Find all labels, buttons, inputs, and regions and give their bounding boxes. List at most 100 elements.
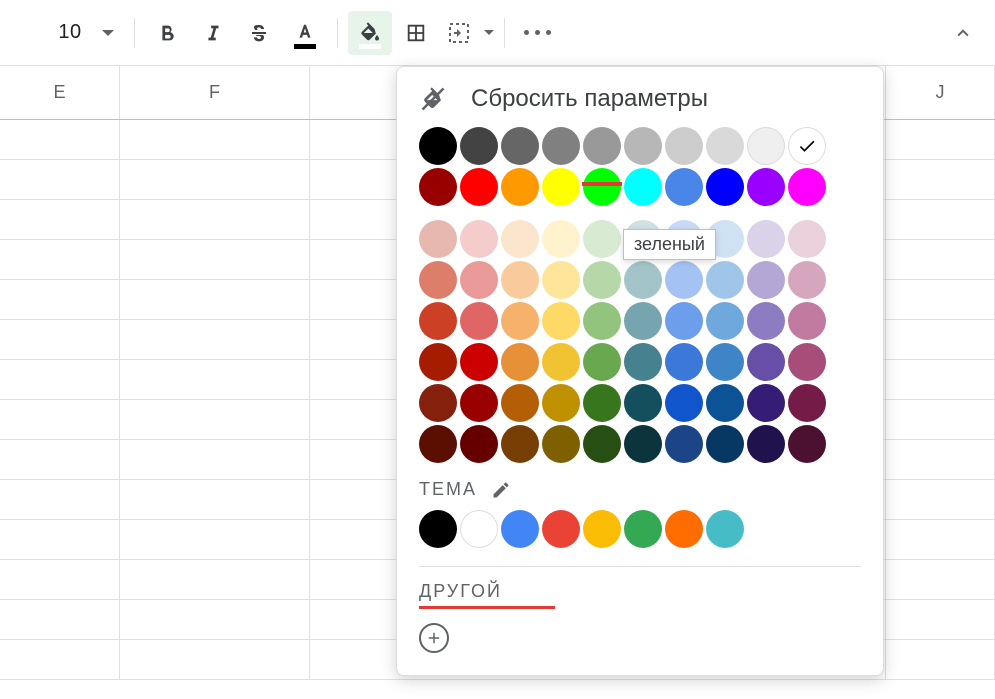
color-swatch[interactable] xyxy=(583,384,621,422)
cell[interactable] xyxy=(0,640,120,680)
bold-button[interactable] xyxy=(145,11,189,55)
color-swatch[interactable] xyxy=(460,168,498,206)
color-swatch[interactable] xyxy=(665,127,703,165)
cell[interactable] xyxy=(886,280,995,320)
color-swatch[interactable] xyxy=(542,343,580,381)
color-swatch[interactable] xyxy=(624,510,662,548)
color-swatch[interactable] xyxy=(501,343,539,381)
cell[interactable] xyxy=(120,400,310,440)
color-swatch[interactable] xyxy=(419,510,457,548)
color-swatch[interactable] xyxy=(624,127,662,165)
color-swatch[interactable] xyxy=(624,302,662,340)
color-swatch[interactable] xyxy=(501,425,539,463)
color-swatch[interactable] xyxy=(583,168,621,206)
cell[interactable] xyxy=(886,600,995,640)
color-swatch[interactable] xyxy=(583,425,621,463)
cell[interactable] xyxy=(886,520,995,560)
color-swatch[interactable] xyxy=(706,425,744,463)
color-swatch[interactable] xyxy=(665,425,703,463)
color-swatch[interactable] xyxy=(788,127,826,165)
color-swatch[interactable] xyxy=(788,343,826,381)
column-header[interactable]: F xyxy=(120,66,310,119)
color-swatch[interactable] xyxy=(788,425,826,463)
color-swatch[interactable] xyxy=(501,220,539,258)
color-swatch[interactable] xyxy=(583,302,621,340)
cell[interactable] xyxy=(886,360,995,400)
merge-cells-button[interactable] xyxy=(440,11,494,55)
strikethrough-button[interactable] xyxy=(237,11,281,55)
borders-button[interactable] xyxy=(394,11,438,55)
color-swatch[interactable] xyxy=(542,510,580,548)
color-swatch[interactable] xyxy=(542,384,580,422)
color-swatch[interactable] xyxy=(788,302,826,340)
color-swatch[interactable] xyxy=(665,384,703,422)
more-button[interactable] xyxy=(515,11,559,55)
color-swatch[interactable] xyxy=(583,220,621,258)
color-swatch[interactable] xyxy=(665,302,703,340)
color-swatch[interactable] xyxy=(747,302,785,340)
add-custom-color-button[interactable] xyxy=(419,623,449,653)
color-swatch[interactable] xyxy=(788,384,826,422)
color-swatch[interactable] xyxy=(706,384,744,422)
color-swatch[interactable] xyxy=(706,168,744,206)
color-swatch[interactable] xyxy=(419,425,457,463)
color-swatch[interactable] xyxy=(460,343,498,381)
color-swatch[interactable] xyxy=(542,220,580,258)
color-swatch[interactable] xyxy=(583,343,621,381)
cell[interactable] xyxy=(886,120,995,160)
cell[interactable] xyxy=(0,560,120,600)
cell[interactable] xyxy=(120,360,310,400)
color-swatch[interactable] xyxy=(747,127,785,165)
color-swatch[interactable] xyxy=(706,127,744,165)
color-swatch[interactable] xyxy=(665,261,703,299)
color-swatch[interactable] xyxy=(419,261,457,299)
color-swatch[interactable] xyxy=(460,220,498,258)
cell[interactable] xyxy=(0,480,120,520)
cell[interactable] xyxy=(120,280,310,320)
fill-color-button[interactable] xyxy=(348,11,392,55)
cell[interactable] xyxy=(0,240,120,280)
font-size-select[interactable]: 10 xyxy=(6,13,124,53)
cell[interactable] xyxy=(0,600,120,640)
color-swatch[interactable] xyxy=(542,302,580,340)
italic-button[interactable] xyxy=(191,11,235,55)
color-swatch[interactable] xyxy=(706,343,744,381)
cell[interactable] xyxy=(0,360,120,400)
cell[interactable] xyxy=(886,200,995,240)
cell[interactable] xyxy=(0,440,120,480)
color-swatch[interactable] xyxy=(665,343,703,381)
cell[interactable] xyxy=(120,160,310,200)
color-swatch[interactable] xyxy=(460,127,498,165)
color-swatch[interactable] xyxy=(747,261,785,299)
cell[interactable] xyxy=(886,320,995,360)
color-swatch[interactable] xyxy=(419,384,457,422)
cell[interactable] xyxy=(120,560,310,600)
color-swatch[interactable] xyxy=(419,220,457,258)
color-swatch[interactable] xyxy=(419,302,457,340)
color-swatch[interactable] xyxy=(501,127,539,165)
color-swatch[interactable] xyxy=(747,384,785,422)
collapse-toolbar-button[interactable] xyxy=(941,11,985,55)
color-swatch[interactable] xyxy=(460,384,498,422)
cell[interactable] xyxy=(886,160,995,200)
cell[interactable] xyxy=(886,480,995,520)
color-swatch[interactable] xyxy=(706,302,744,340)
color-swatch[interactable] xyxy=(460,510,498,548)
cell[interactable] xyxy=(0,120,120,160)
color-swatch[interactable] xyxy=(542,127,580,165)
color-swatch[interactable] xyxy=(501,510,539,548)
color-swatch[interactable] xyxy=(624,425,662,463)
cell[interactable] xyxy=(0,320,120,360)
cell[interactable] xyxy=(120,240,310,280)
text-color-button[interactable] xyxy=(283,11,327,55)
color-swatch[interactable] xyxy=(665,510,703,548)
color-swatch[interactable] xyxy=(501,261,539,299)
cell[interactable] xyxy=(120,640,310,680)
color-swatch[interactable] xyxy=(542,261,580,299)
cell[interactable] xyxy=(120,120,310,160)
color-swatch[interactable] xyxy=(706,510,744,548)
cell[interactable] xyxy=(0,400,120,440)
color-swatch[interactable] xyxy=(747,425,785,463)
color-swatch[interactable] xyxy=(788,220,826,258)
cell[interactable] xyxy=(886,240,995,280)
